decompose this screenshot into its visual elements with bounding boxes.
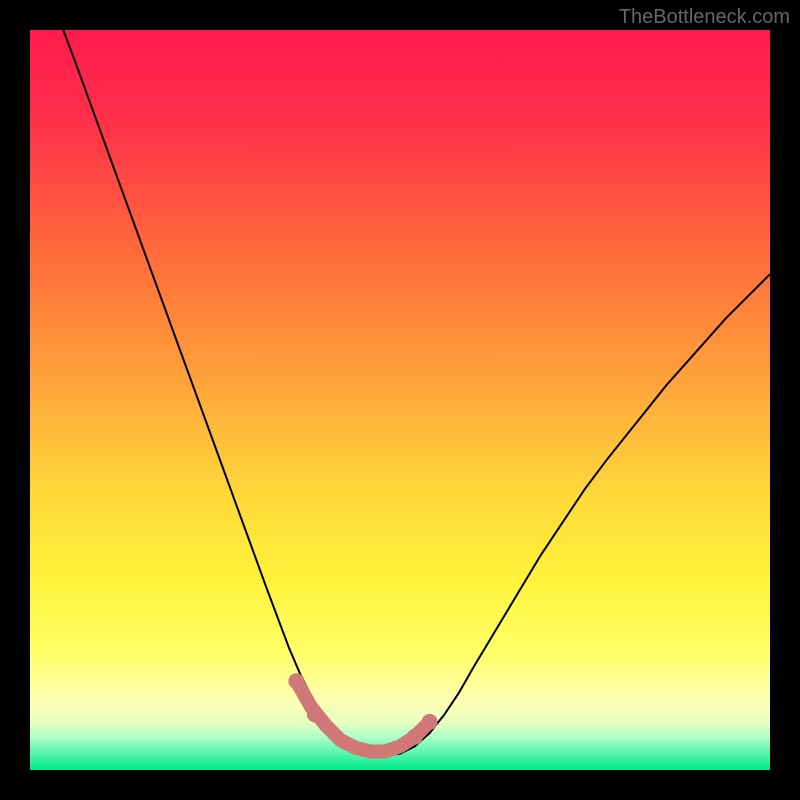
- marker-point: [288, 673, 304, 689]
- watermark-text: TheBottleneck.com: [619, 6, 790, 29]
- bottleneck-chart: [30, 30, 770, 770]
- marker-point: [307, 707, 323, 723]
- chart-frame: { "watermark": "TheBottleneck.com", "plo…: [0, 0, 800, 800]
- marker-point: [422, 714, 438, 730]
- marker-point: [407, 729, 423, 745]
- plot-background: [30, 30, 770, 770]
